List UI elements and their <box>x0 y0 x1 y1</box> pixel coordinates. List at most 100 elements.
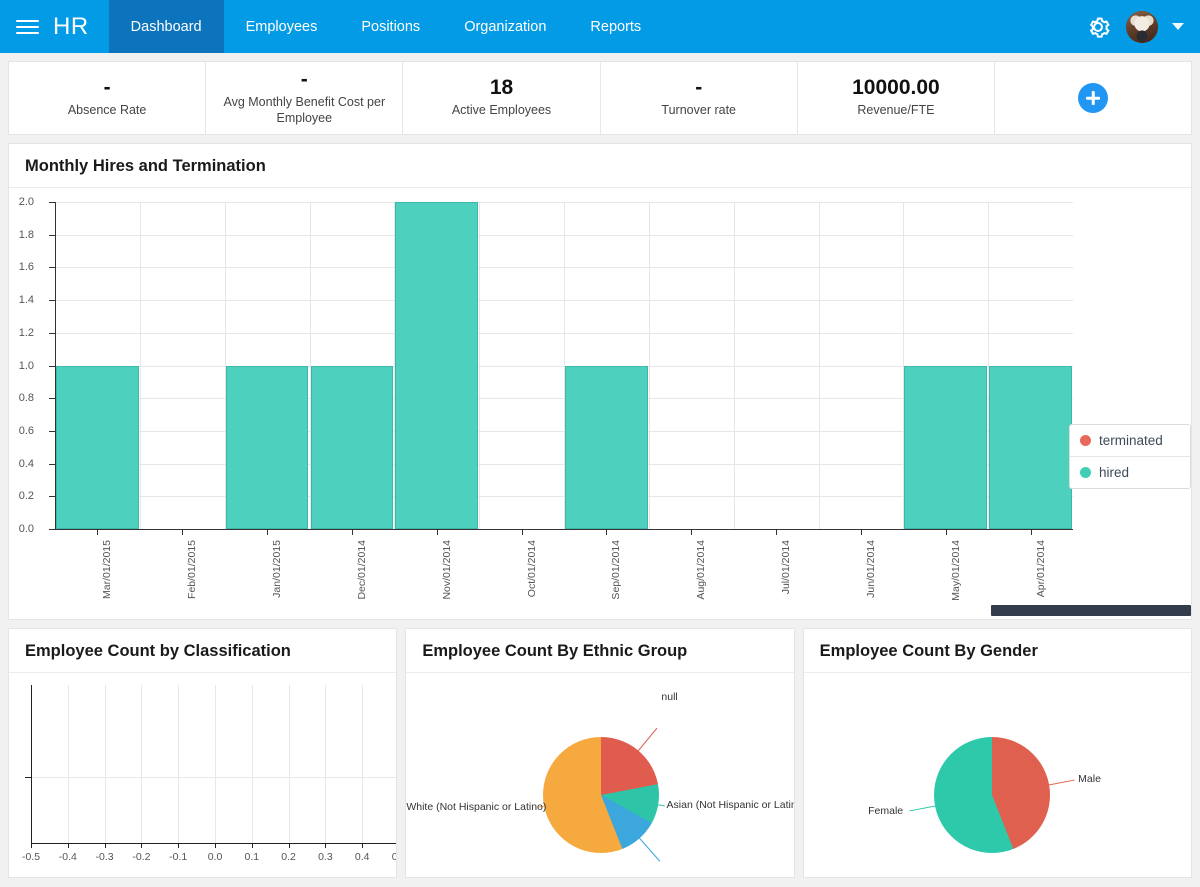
tab-dashboard-label: Dashboard <box>130 18 202 35</box>
add-widget-button[interactable] <box>1078 83 1109 113</box>
pie-label-null: null <box>661 691 678 704</box>
horizontal-scrollbar[interactable] <box>991 605 1191 616</box>
gridline-vertical <box>362 685 364 843</box>
legend-label-hired: hired <box>1099 465 1130 480</box>
bar-chart-x-axis <box>55 529 1073 531</box>
gridline-vertical <box>325 685 327 843</box>
nav-tab-list: Dashboard Employees Positions Organizati… <box>108 0 664 53</box>
bar-chart-plot-area <box>55 202 1073 529</box>
classification-y-axis <box>31 685 33 843</box>
y-tick-mark <box>25 776 31 778</box>
gridline-vertical <box>288 685 290 843</box>
bar-Apr/01/2014[interactable] <box>989 365 1072 529</box>
employee-count-ethnic-group-title: Employee Count By Ethnic Group <box>406 629 794 673</box>
y-tick-label: 2.0 <box>18 196 34 208</box>
avatar-image <box>1126 10 1158 43</box>
pie-leader-line <box>909 805 938 812</box>
gridline-vertical <box>479 202 481 529</box>
tab-reports-label: Reports <box>590 18 642 35</box>
y-tick-label: 1.2 <box>18 326 34 339</box>
x-tick-label: 0.2 <box>281 851 296 863</box>
ethnic-pie-disc[interactable] <box>543 737 660 853</box>
y-tick-label: 1.0 <box>18 359 34 372</box>
x-tick-label: Oct/01/2014 <box>525 540 538 598</box>
tab-reports[interactable]: Reports <box>568 0 663 53</box>
gridline-vertical <box>141 685 143 843</box>
monthly-hires-termination-card: Monthly Hires and Termination 0.0 0.2 0.4 0… <box>8 143 1192 620</box>
bar-May/01/2014[interactable] <box>904 365 988 529</box>
pie-label-female: Female <box>868 804 904 817</box>
employee-count-classification-title: Employee Count by Classification <box>9 629 397 673</box>
x-tick-label: Jun/01/2014 <box>864 540 877 598</box>
gridline-vertical <box>648 202 650 529</box>
brand-title: HR <box>53 12 89 40</box>
gridline-vertical <box>215 685 216 843</box>
x-tick-label: Nov/01/2014 <box>440 540 453 600</box>
tab-positions[interactable]: Positions <box>339 0 442 53</box>
tab-organization-label: Organization <box>464 18 547 35</box>
legend-label-terminated: terminated <box>1099 433 1163 448</box>
x-tick-label: Dec/01/2014 <box>355 540 368 600</box>
y-tick-label: 0.2 <box>18 490 34 503</box>
x-tick-mark <box>288 843 290 848</box>
x-tick-mark <box>104 843 106 848</box>
y-tick-label: 1.6 <box>18 261 34 274</box>
hamburger-icon[interactable] <box>16 19 39 34</box>
gender-pie-disc[interactable] <box>933 737 1050 853</box>
y-tick-label: 1.4 <box>18 294 34 307</box>
gridline-horizontal <box>31 776 397 778</box>
kpi-revenue-fte-label: Revenue/FTE <box>857 103 935 118</box>
pie-leader-line <box>1045 779 1075 786</box>
y-tick-mark <box>49 496 55 498</box>
x-tick-mark <box>267 529 269 535</box>
y-tick-label: 0.6 <box>18 424 34 437</box>
tab-organization[interactable]: Organization <box>442 0 568 53</box>
pie-label-male: Male <box>1078 773 1101 786</box>
x-tick-mark <box>31 843 32 848</box>
bar-Dec/01/2014[interactable] <box>310 365 394 529</box>
employee-count-classification-chart: -0.5 -0.4 -0.3 -0.2 -0.1 0.0 0.1 0.2 0.3 0.4 0.5 <box>9 673 397 877</box>
tab-employees[interactable]: Employees <box>224 0 340 53</box>
gender-pie: Male Female <box>804 673 1191 877</box>
kpi-absence-rate: - Absence Rate <box>9 62 207 134</box>
bar-chart-scroll-track[interactable] <box>9 604 1191 620</box>
user-avatar[interactable] <box>1126 10 1158 43</box>
kpi-add-slot <box>995 62 1191 134</box>
bar-Sep/01/2014[interactable] <box>565 365 648 529</box>
navbar-right-actions <box>1084 0 1200 53</box>
legend-item-terminated[interactable]: terminated <box>1070 425 1190 457</box>
kpi-avg-benefit-cost: - Avg Monthly Benefit Cost per Employee <box>206 62 404 134</box>
x-tick-label: -0.1 <box>169 851 188 863</box>
kpi-turnover-rate: - Turnover rate <box>601 62 798 134</box>
gear-icon[interactable] <box>1084 13 1112 41</box>
x-tick-label: 0.0 <box>207 851 223 863</box>
kpi-revenue-fte: 10000.00 Revenue/FTE <box>798 62 996 134</box>
x-tick-label: Apr/01/2014 <box>1034 540 1047 598</box>
employee-count-ethnic-group-card: Employee Count By Ethnic Group null Asian… <box>405 628 795 878</box>
bottom-chart-row: Employee Count by Classification -0.5 -0.… <box>8 628 1192 878</box>
bar-Mar/01/2015[interactable] <box>56 365 139 529</box>
top-navbar: HR Dashboard Employees Positions Organiz… <box>0 0 1200 53</box>
x-tick-label: 0.1 <box>244 851 260 863</box>
x-tick-label: May/01/2014 <box>949 540 962 601</box>
legend-item-hired[interactable]: hired <box>1070 457 1190 488</box>
tab-dashboard[interactable]: Dashboard <box>108 0 224 53</box>
bar-Jan/01/2015[interactable] <box>225 365 309 529</box>
kpi-avg-benefit-cost-label: Avg Monthly Benefit Cost per Employee <box>223 95 386 125</box>
x-tick-label: -0.2 <box>132 851 151 863</box>
x-tick-mark <box>606 529 608 535</box>
kpi-revenue-fte-value: 10000.00 <box>852 76 940 100</box>
kpi-turnover-rate-value: - <box>695 76 703 100</box>
x-tick-mark <box>251 843 253 848</box>
x-tick-label: -0.4 <box>58 851 77 863</box>
y-tick-mark <box>49 529 55 530</box>
bar-Nov/01/2014[interactable] <box>395 202 479 529</box>
legend-dot-hired <box>1080 467 1091 478</box>
x-tick-label: 0.3 <box>318 851 333 863</box>
x-tick-label: Aug/01/2014 <box>695 540 708 600</box>
x-tick-label: -0.5 <box>21 851 41 863</box>
chevron-down-icon[interactable] <box>1172 23 1184 30</box>
pie-label-asian-not-hispanic-or-latino: Asian (Not Hispanic or Latino) <box>666 799 795 811</box>
x-tick-mark <box>215 843 216 848</box>
y-tick-label: 0.0 <box>18 523 34 535</box>
